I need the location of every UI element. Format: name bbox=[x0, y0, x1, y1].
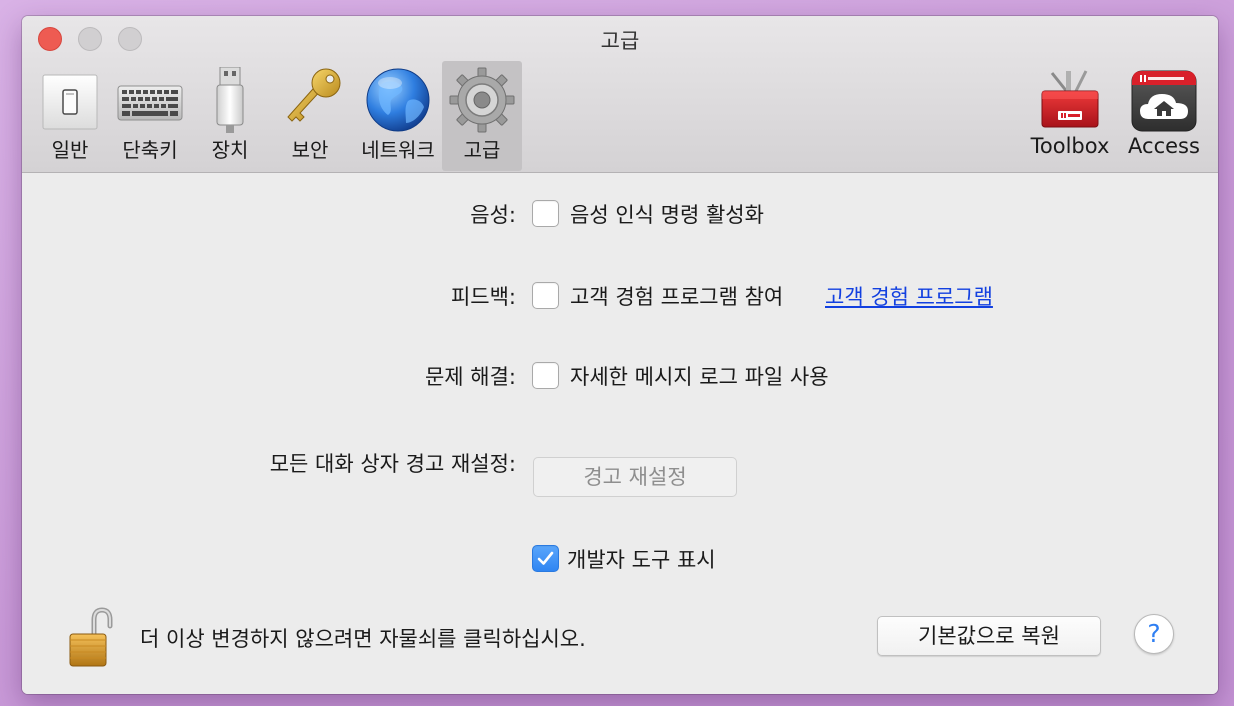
reset-warnings-label: 모든 대화 상자 경고 재설정: bbox=[269, 452, 516, 476]
restore-defaults-button[interactable]: 기본값으로 복원 bbox=[877, 616, 1101, 656]
feedback-checkbox[interactable] bbox=[532, 282, 559, 309]
help-button[interactable]: ? bbox=[1134, 614, 1174, 654]
verbose-log-option: 자세한 메시지 로그 파일 사용 bbox=[570, 365, 829, 389]
customer-experience-link[interactable]: 고객 경험 프로그램 bbox=[825, 281, 993, 311]
devtools-option: 개발자 도구 표시 bbox=[567, 548, 716, 572]
cloud-home-icon bbox=[1124, 67, 1204, 133]
feedback-option: 고객 경험 프로그램 참여 bbox=[570, 285, 784, 309]
troubleshoot-label: 문제 해결: bbox=[424, 365, 516, 389]
titlebar: 고급 일반 단축키 장치 보안 네트워크 고급 Toolbox Access bbox=[22, 16, 1218, 173]
tab-advanced-label: 고급 bbox=[463, 138, 501, 162]
voice-commands-option: 음성 인식 명령 활성화 bbox=[570, 203, 764, 227]
voice-commands-checkbox[interactable] bbox=[532, 200, 559, 227]
window-title: 고급 bbox=[600, 29, 640, 53]
checkmark-icon bbox=[537, 551, 554, 565]
toolbox-button[interactable]: Toolbox bbox=[1030, 61, 1110, 171]
lock-instruction: 더 이상 변경하지 않으려면 자물쇠를 클릭하십시오. bbox=[140, 627, 586, 651]
lock-icon[interactable] bbox=[66, 606, 116, 668]
preferences-window: 고급 일반 단축키 장치 보안 네트워크 고급 Toolbox Access 음… bbox=[22, 16, 1218, 694]
voice-label: 음성: bbox=[470, 203, 516, 227]
feedback-label: 피드백: bbox=[450, 285, 516, 309]
key-icon bbox=[270, 67, 350, 133]
tab-advanced[interactable]: 고급 bbox=[442, 61, 522, 171]
access-label: Access bbox=[1128, 134, 1200, 158]
usb-icon bbox=[190, 66, 270, 133]
devtools-checkbox[interactable] bbox=[532, 545, 559, 572]
verbose-log-checkbox[interactable] bbox=[532, 362, 559, 389]
toolbox-icon bbox=[1030, 67, 1110, 133]
globe-icon bbox=[358, 67, 438, 133]
switch-icon bbox=[30, 67, 110, 133]
reset-warnings-button[interactable]: 경고 재설정 bbox=[533, 457, 737, 497]
gear-icon bbox=[442, 67, 522, 133]
access-button[interactable]: Access bbox=[1124, 61, 1204, 171]
keyboard-icon bbox=[110, 67, 190, 133]
